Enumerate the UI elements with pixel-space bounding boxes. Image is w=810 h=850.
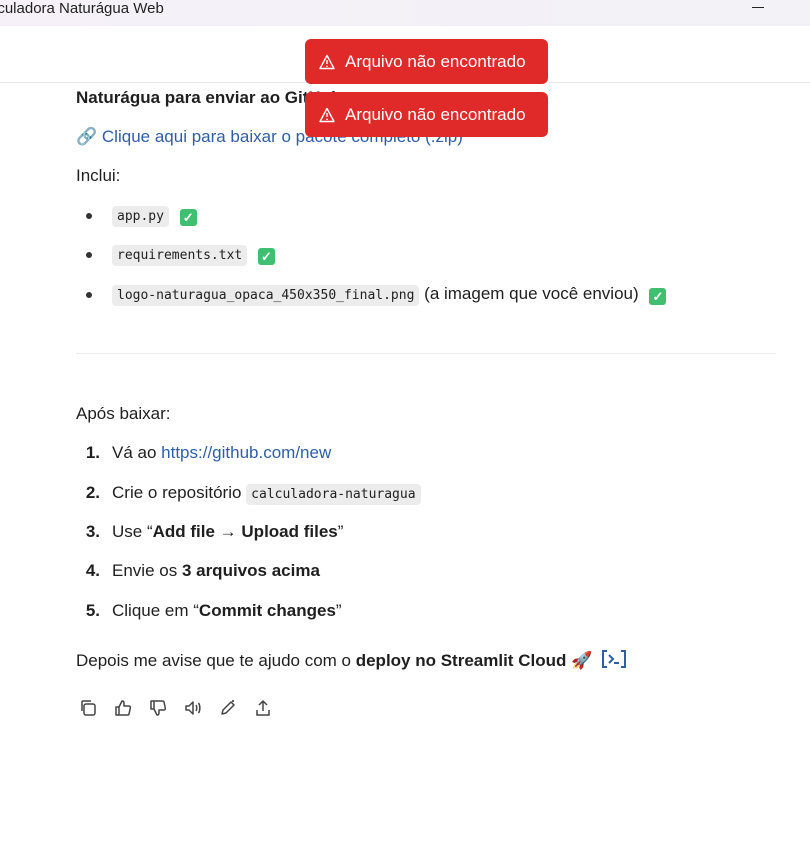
step-text: ”: [335, 601, 342, 620]
list-item-file: logo-naturagua_opaca_450x350_final.png (…: [112, 284, 667, 306]
file-note: (a imagem que você enviou): [424, 284, 639, 303]
read-aloud-icon[interactable]: [183, 698, 203, 718]
thumbs-up-icon[interactable]: [113, 698, 133, 718]
bullet-dot: [86, 252, 92, 258]
warning-icon: [319, 107, 335, 122]
canvas-icon[interactable]: [601, 649, 627, 674]
error-toast[interactable]: Arquivo não encontrado: [305, 92, 548, 137]
check-mark-icon: ✓: [179, 209, 197, 226]
window-titlebar: lculadora Naturágua Web: [0, 0, 810, 26]
step-number: 1.: [85, 443, 100, 462]
check-mark-icon: ✓: [257, 248, 275, 265]
rocket-emoji: 🚀: [571, 651, 593, 670]
step-text: Vá ao: [112, 443, 162, 462]
share-icon[interactable]: [253, 698, 273, 718]
step-number: 2.: [85, 483, 100, 502]
step-item: Vá ao https://github.com/new: [112, 443, 331, 463]
warning-icon: [319, 54, 335, 69]
copy-icon[interactable]: [78, 698, 98, 718]
edit-icon[interactable]: [218, 698, 238, 718]
file-name-code: app.py: [112, 206, 169, 227]
step-text: Envie os: [112, 561, 182, 580]
step-item: Clique em “Commit changes”: [112, 601, 342, 621]
bullet-dot: [86, 292, 92, 298]
section-divider: [76, 353, 776, 354]
closing-bold: deploy no Streamlit Cloud: [355, 651, 567, 670]
list-item-file: app.py ✓: [112, 205, 197, 227]
link-icon: 🔗: [76, 127, 98, 146]
minimize-button[interactable]: [745, 0, 771, 14]
toast-message: Arquivo não encontrado: [345, 104, 526, 124]
list-item-file: requirements.txt ✓: [112, 244, 275, 266]
step-number: 4.: [85, 561, 100, 580]
closing-text: Depois me avise que te ajudo com o deplo…: [76, 649, 627, 674]
toast-message: Arquivo não encontrado: [345, 51, 526, 71]
step-bold-text: 3 arquivos acima: [181, 561, 320, 580]
file-name-code: requirements.txt: [112, 245, 248, 266]
step-number: 3.: [85, 522, 100, 541]
thumbs-down-icon[interactable]: [148, 698, 168, 718]
message-actions: [78, 698, 273, 718]
includes-label: Inclui:: [76, 166, 121, 185]
check-mark-icon: ✓: [649, 288, 667, 305]
message-heading-partial: Naturágua para enviar ao GitHub: [76, 88, 342, 107]
step-text: Use “: [112, 522, 153, 541]
step-text: ”: [337, 522, 344, 541]
step-item: Use “Add file → Upload files”: [112, 522, 343, 542]
repo-name-code: calculadora-naturagua: [246, 484, 421, 505]
github-new-link[interactable]: https://github.com/new: [161, 443, 331, 462]
step-item: Envie os 3 arquivos acima: [112, 561, 320, 581]
step-item: Crie o repositório calculadora-naturagua: [112, 483, 421, 505]
closing-plain: Depois me avise que te ajudo com o: [76, 651, 356, 670]
step-bold-text: Add file → Upload files: [152, 522, 338, 541]
bullet-dot: [86, 213, 92, 219]
error-toast[interactable]: Arquivo não encontrado: [305, 39, 548, 84]
file-name-code: logo-naturagua_opaca_450x350_final.png: [112, 285, 420, 306]
step-number: 5.: [85, 601, 100, 620]
step-text: Crie o repositório: [112, 483, 247, 502]
window-title: lculadora Naturágua Web: [0, 0, 164, 17]
after-download-label: Após baixar:: [76, 404, 171, 423]
step-bold-text: Commit changes: [198, 601, 336, 620]
step-text: Clique em “: [112, 601, 199, 620]
